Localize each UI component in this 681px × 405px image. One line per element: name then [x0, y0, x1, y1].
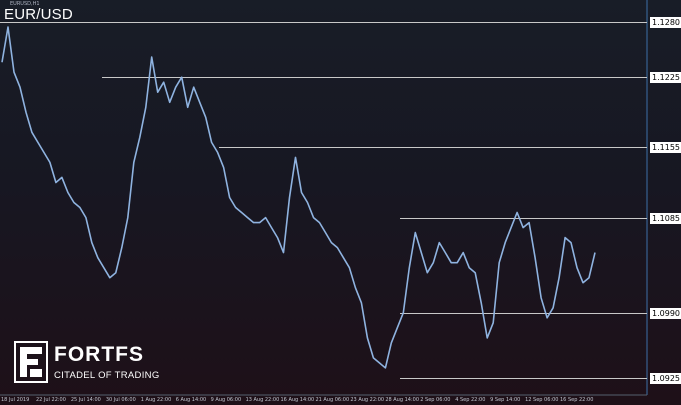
chart-window[interactable]: EURUSD,H1 EUR/USD FORTFS CITADEL OF TRAD… [0, 0, 681, 405]
time-tick-label: 16 Sep 22:00 [560, 397, 594, 403]
time-tick-label: 30 Jul 06:00 [105, 397, 136, 403]
time-tick-label: 18 Jul 2019 [1, 397, 30, 403]
time-tick-label: 2 Sep 06:00 [420, 397, 451, 403]
time-tick-label: 16 Aug 14:00 [280, 397, 315, 403]
price-label: 1.1225 [650, 71, 681, 83]
time-tick-label: 12 Sep 06:00 [525, 397, 559, 403]
symbol-title: EUR/USD [4, 6, 73, 23]
fortfs-logo: FORTFS CITADEL OF TRADING [14, 341, 164, 386]
price-label: 1.1155 [650, 141, 681, 153]
time-tick-label: 22 Jul 22:00 [35, 397, 66, 403]
price-label: 1.0925 [650, 372, 681, 384]
time-tick-label: 21 Aug 06:00 [315, 397, 350, 403]
time-tick-label: 28 Aug 14:00 [385, 397, 420, 403]
time-tick-label: 4 Sep 22:00 [455, 397, 486, 403]
time-tick-label: 13 Aug 22:00 [245, 397, 280, 403]
time-tick-label: 23 Aug 22:00 [350, 397, 385, 403]
logo-name: FORTFS [54, 343, 144, 366]
price-series-line [1, 26, 596, 369]
time-tick-label: 9 Aug 06:00 [210, 397, 242, 403]
price-label: 1.1280 [650, 16, 681, 28]
price-label: 1.1085 [650, 212, 681, 224]
time-tick-label: 9 Sep 14:00 [490, 397, 521, 403]
price-label: 1.0990 [650, 307, 681, 319]
time-tick-label: 25 Jul 14:00 [70, 397, 101, 403]
time-tick-label: 1 Aug 22:00 [140, 397, 172, 403]
fortfs-logo-icon [14, 341, 48, 383]
logo-tagline: CITADEL OF TRADING [54, 370, 160, 381]
price-scale[interactable] [647, 0, 681, 395]
time-tick-label: 6 Aug 14:00 [175, 397, 207, 403]
